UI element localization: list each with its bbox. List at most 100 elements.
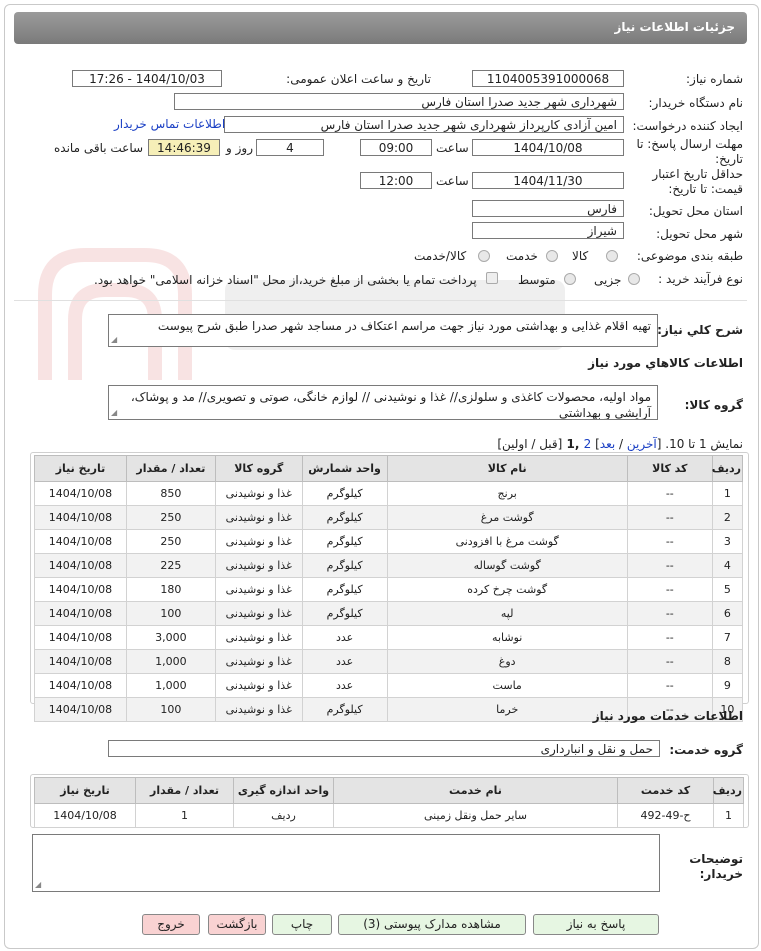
table-cell: 180 — [125, 577, 216, 602]
table-cell: -- — [626, 625, 713, 650]
deadline-date-field: 1404/10/08 — [472, 139, 624, 156]
table-cell: 3 — [711, 529, 744, 554]
exit-button[interactable]: خروج — [142, 914, 200, 935]
table-row[interactable]: 4 -- گوشت گوساله کیلوگرم غذا و نوشیدنی 225 140… — [34, 553, 744, 578]
table-cell: 1,000 — [125, 673, 216, 698]
category-radio-goods-service[interactable] — [478, 250, 490, 262]
summary-label: شرح کلي نياز: — [657, 323, 743, 337]
buyer-field: شهرداری شهر جدید صدرا استان فارس — [174, 93, 624, 110]
table-cell: سایر حمل ونقل زمینی — [333, 803, 618, 828]
purchase-radio-minor[interactable] — [628, 273, 640, 285]
back-button[interactable]: بازگشت — [208, 914, 266, 935]
table-row[interactable]: 7 -- نوشابه عدد غذا و نوشیدنی 3,000 1404/10/08 — [34, 625, 744, 650]
announce-label: تاریخ و ساعت اعلان عمومی: — [286, 72, 431, 86]
services-header-cell: واحد اندازه گیری — [233, 777, 334, 804]
table-row[interactable]: 8 -- دوغ عدد غذا و نوشیدنی 1,000 1404/10/08 — [34, 649, 744, 674]
services-header-cell: کد خدمت — [617, 777, 714, 804]
table-cell: ماست — [386, 673, 628, 698]
title-bar: جزئیات اطلاعات نیاز — [14, 12, 747, 44]
table-cell: کیلوگرم — [301, 601, 388, 626]
table-row[interactable]: 9 -- ماست عدد غذا و نوشیدنی 1,000 1404/10/08 — [34, 673, 744, 698]
view-attachments-button[interactable]: مشاهده مدارک پیوستی (3) — [338, 914, 526, 935]
table-cell: غذا و نوشیدنی — [214, 697, 303, 722]
goods-group-text: مواد اولیه، محصولات کاغذی و سلولزی// غذا… — [130, 390, 651, 420]
treasury-payment-note: پرداخت تمام یا بخشی از مبلغ خرید،از محل … — [94, 273, 477, 287]
table-cell: برنج — [386, 481, 628, 506]
resize-grip-icon: ◢ — [35, 880, 42, 889]
table-cell: -- — [626, 601, 713, 626]
goods-header-cell: ردیف — [711, 455, 744, 482]
table-cell: 5 — [711, 577, 744, 602]
table-cell: غذا و نوشیدنی — [214, 553, 303, 578]
table-cell: کیلوگرم — [301, 553, 388, 578]
pager-suffix: [قبل / اولین] — [497, 437, 563, 451]
category-radio-goods[interactable] — [606, 250, 618, 262]
table-row[interactable]: 3 -- گوشت مرغ با افزودنی کیلوگرم غذا و نوشید… — [34, 529, 744, 554]
services-group-label: گروه خدمت: — [669, 743, 743, 757]
table-cell: 1404/10/08 — [34, 673, 127, 698]
goods-header-cell: کد کالا — [626, 455, 713, 482]
table-cell: غذا و نوشیدنی — [214, 673, 303, 698]
table-row[interactable]: 1 -- برنج کیلوگرم غذا و نوشیدنی 850 1404/10/08 — [34, 481, 744, 506]
table-cell: 1404/10/08 — [34, 577, 127, 602]
goods-table: ردیف کد کالا نام کالا واحد شمارش گروه کالا تع… — [34, 455, 744, 722]
table-cell: خرما — [386, 697, 628, 722]
summary-textarea[interactable]: تهیه اقلام غذایی و بهداشتی مورد نیاز جهت… — [108, 314, 658, 347]
reply-button[interactable]: پاسخ به نیاز — [533, 914, 659, 935]
table-cell: عدد — [301, 673, 388, 698]
table-cell: 225 — [125, 553, 216, 578]
validity-time-label: ساعت — [436, 174, 469, 188]
table-cell: 8 — [711, 649, 744, 674]
announce-datetime-field: 1404/10/03 - 17:26 — [72, 70, 222, 87]
table-cell: غذا و نوشیدنی — [214, 577, 303, 602]
purchase-radio-medium[interactable] — [564, 273, 576, 285]
print-button[interactable]: چاپ — [272, 914, 332, 935]
pager-next-link[interactable]: بعد — [600, 437, 615, 451]
table-cell: غذا و نوشیدنی — [214, 649, 303, 674]
buyer-notes-textarea[interactable]: ◢ — [32, 834, 660, 892]
pager-prefix: نمایش 1 تا 10. [ — [656, 437, 743, 451]
goods-header-cell: واحد شمارش — [301, 455, 388, 482]
category-label: طبقه بندی موضوعی: — [636, 249, 743, 263]
table-row[interactable]: 2 -- گوشت مرغ کیلوگرم غذا و نوشیدنی 250 1404/1… — [34, 505, 744, 530]
goods-header-cell: تعداد / مقدار — [125, 455, 216, 482]
services-section-title: اطلاعات خدمات مورد نياز — [592, 709, 743, 723]
pager-current-page: ,1 — [562, 437, 584, 451]
table-row[interactable]: 5 -- گوشت چرخ کرده کیلوگرم غذا و نوشیدنی 180 1… — [34, 577, 744, 602]
deadline-label-1: مهلت ارسال پاسخ: تا — [636, 137, 743, 151]
buyer-contact-link[interactable]: اطلاعات تماس خریدار — [114, 117, 225, 131]
goods-group-textarea[interactable]: مواد اولیه، محصولات کاغذی و سلولزی// غذا… — [108, 385, 658, 420]
table-cell: 100 — [125, 601, 216, 626]
pager-bracket: ] — [591, 437, 600, 451]
table-cell: -- — [626, 577, 713, 602]
treasury-payment-checkbox[interactable] — [486, 272, 498, 284]
city-field: شیراز — [472, 222, 624, 239]
resize-grip-icon: ◢ — [111, 408, 118, 417]
table-cell: 850 — [125, 481, 216, 506]
province-label: استان محل تحویل: — [648, 204, 743, 218]
table-cell: -- — [626, 553, 713, 578]
notes-label-1: توضیحات — [689, 852, 743, 866]
remaining-time-field: 14:46:39 — [148, 139, 220, 156]
table-cell: دوغ — [386, 649, 628, 674]
services-header-cell: تعداد / مقدار — [135, 777, 234, 804]
category-radio-service[interactable] — [546, 250, 558, 262]
table-row[interactable]: 1 ح-49-492 سایر حمل ونقل زمینی ردیف 1 1404/10… — [34, 803, 744, 828]
page-title: جزئیات اطلاعات نیاز — [614, 20, 735, 34]
pager-last-link[interactable]: آخرین — [627, 437, 657, 451]
table-cell: غذا و نوشیدنی — [214, 625, 303, 650]
table-cell: 1404/10/08 — [34, 697, 127, 722]
table-row[interactable]: 6 -- لپه کیلوگرم غذا و نوشیدنی 100 1404/10/08 — [34, 601, 744, 626]
category-option-goods-service: کالا/خدمت — [414, 249, 467, 263]
table-cell: 1404/10/08 — [34, 553, 127, 578]
table-cell: -- — [626, 505, 713, 530]
table-cell: غذا و نوشیدنی — [214, 529, 303, 554]
table-cell: گوشت مرغ — [386, 505, 628, 530]
table-cell: 250 — [125, 529, 216, 554]
purchase-option-minor: جزیی — [594, 273, 622, 287]
validity-time-field: 12:00 — [360, 172, 432, 189]
table-cell: لپه — [386, 601, 628, 626]
need-number-label: شماره نیاز: — [686, 72, 743, 86]
table-cell: کیلوگرم — [301, 577, 388, 602]
table-cell: کیلوگرم — [301, 481, 388, 506]
